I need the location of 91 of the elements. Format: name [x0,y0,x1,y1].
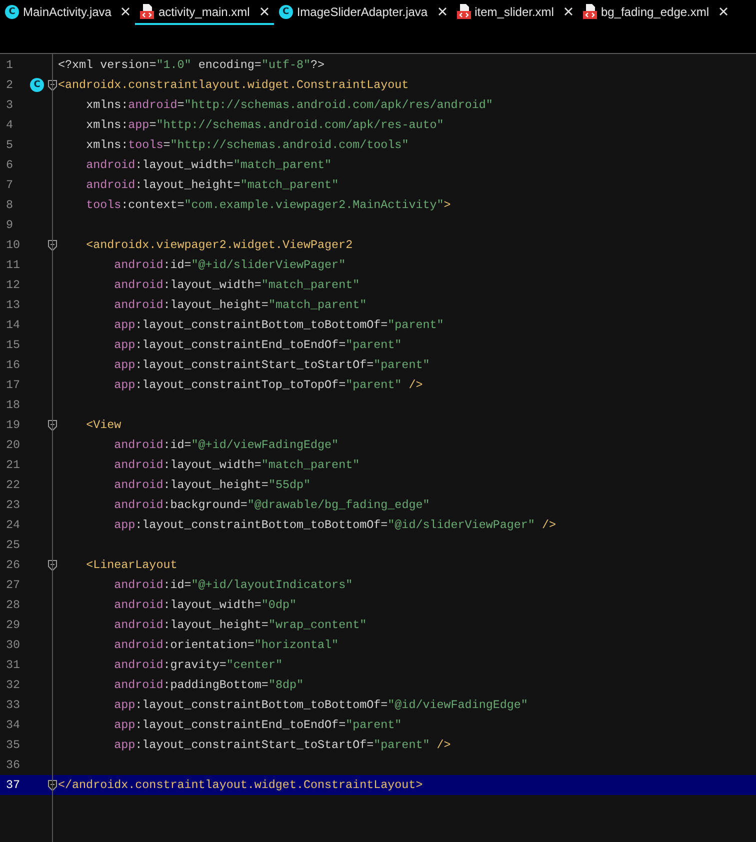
code-line: android:layout_height="match_parent" [85,178,339,192]
line-number: 7 [5,178,14,192]
file-tab[interactable]: C MainActivity.java [0,0,136,25]
code-line: app:layout_constraintBottom_toBottomOf="@id/viewFadingEdge" [113,698,528,712]
line-number: 12 [5,278,22,292]
line-number: 22 [5,478,22,492]
close-icon[interactable] [438,7,447,16]
code-line: android:layout_height="match_parent" [113,298,367,312]
file-tab[interactable]: bg_fading_edge.xml [578,0,734,25]
code-line: <androidx.viewpager2.widget.ViewPager2 [85,238,353,252]
code-line: <View [85,418,122,432]
line-number: 21 [5,458,22,472]
file-tab[interactable]: item_slider.xml [452,0,578,25]
tab-label: item_slider.xml [474,4,554,18]
code-line: xmlns:android="http://schemas.android.com/apk/res/android" [85,98,493,112]
line-number: 5 [5,138,14,152]
tab-label: activity_main.xml [158,4,250,18]
file-tab[interactable]: activity_main.xml [135,0,274,25]
xml-file-icon [456,4,471,19]
code-line: xmlns:app="http://schemas.android.com/apk/res-auto" [85,118,444,132]
line-number: 37 [5,778,22,792]
code-line: android:layout_width="match_parent" [113,458,360,472]
code-line: xmlns:tools="http://schemas.android.com/tools" [85,138,409,152]
line-number: 35 [5,738,22,752]
close-icon[interactable] [564,7,573,16]
line-number: 32 [5,678,22,692]
code-line: app:layout_constraintBottom_toBottomOf="parent" [113,318,444,332]
line-number: 30 [5,638,22,652]
line-number: 33 [5,698,22,712]
code-line: android:layout_width="match_parent" [85,158,332,172]
line-number: 3 [5,98,14,112]
code-line: <?xml version="1.0" encoding="utf-8"?> [58,58,325,72]
line-number: 27 [5,578,22,592]
code-line: android:background="@drawable/bg_fading_edge" [113,498,430,512]
code-line: android:orientation="horizontal" [113,638,339,652]
code-line: android:id="@+id/layoutIndicators" [113,578,353,592]
line-number: 23 [5,498,22,512]
line-number: 1 [5,58,14,72]
code-line: app:layout_constraintBottom_toBottomOf="@id/sliderViewPager" /> [113,518,556,532]
code-line: android:layout_width="0dp" [113,598,296,612]
line-number: 29 [5,618,22,632]
line-number: 28 [5,598,22,612]
code-line: </androidx.constraintlayout.widget.ConstraintLayout> [58,778,423,792]
line-number: 11 [5,258,22,272]
close-icon[interactable] [260,7,269,16]
class-icon[interactable]: C [30,78,44,92]
tab-label: bg_fading_edge.xml [600,4,710,18]
tab-label: MainActivity.java [23,4,112,18]
xml-file-icon [140,4,154,19]
line-number: 17 [5,378,22,392]
line-number: 13 [5,298,22,312]
code-line: app:layout_constraintTop_toTopOf="parent" /> [113,378,423,392]
code-line: android:layout_height="wrap_content" [113,618,367,632]
code-line: <androidx.constraintlayout.widget.ConstraintLayout [58,78,409,92]
xml-file-icon [582,4,597,19]
line-number: 24 [5,518,22,532]
line-number: 20 [5,438,22,452]
line-number: 9 [5,218,14,232]
line-number: 6 [5,158,14,172]
line-number: 31 [5,658,22,672]
line-number: 19 [5,418,22,432]
line-number: 18 [5,398,22,412]
class-icon: C [278,4,293,18]
tab-label: ImageSliderAdapter.java [296,4,428,18]
line-number: 26 [5,558,22,572]
code-line: <LinearLayout [85,558,178,572]
line-number: 34 [5,718,22,732]
code-line: android:id="@+id/viewFadingEdge" [113,438,339,452]
line-number: 2 [5,78,14,92]
file-tab[interactable]: C ImageSliderAdapter.java [274,0,452,25]
line-number: 8 [5,198,14,212]
code-line: android:layout_height="55dp" [113,478,311,492]
code-line: app:layout_constraintEnd_toEndOf="parent" [113,718,402,732]
line-number: 16 [5,358,22,372]
code-line: android:id="@+id/sliderViewPager" [113,258,346,272]
close-icon[interactable] [121,7,130,16]
code-line: android:paddingBottom="8dp" [113,678,304,692]
line-number: 4 [5,118,14,132]
line-number: 15 [5,338,22,352]
line-number: 36 [5,758,22,772]
line-number: 25 [5,538,22,552]
code-line: android:layout_width="match_parent" [113,278,360,292]
line-number: 14 [5,318,22,332]
code-line: app:layout_constraintEnd_toEndOf="parent" [113,338,402,352]
line-number: 10 [5,238,22,252]
code-line: android:gravity="center" [113,658,282,672]
code-line: app:layout_constraintStart_toStartOf="parent" /> [113,738,451,752]
class-icon: C [5,4,19,18]
close-icon[interactable] [719,7,728,16]
code-line: tools:context="com.example.viewpager2.MainActivity"> [85,198,451,212]
code-line: app:layout_constraintStart_toStartOf="parent" [113,358,430,372]
